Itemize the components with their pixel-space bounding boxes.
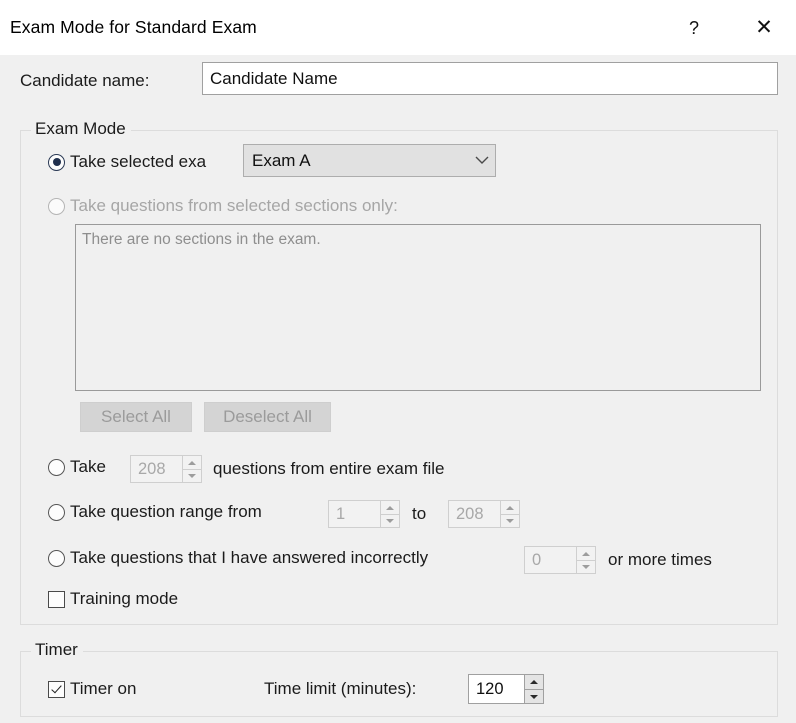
entire-file-count-value[interactable]: 208 (130, 455, 182, 483)
radio-take-from-entire-file[interactable]: Take (48, 457, 106, 477)
spinner-down-icon[interactable] (182, 469, 202, 483)
radio-label-take-sections-only: Take questions from selected sections on… (70, 196, 398, 216)
window-title: Exam Mode for Standard Exam (0, 17, 257, 38)
checkbox-training-mode[interactable]: Training mode (48, 589, 178, 609)
question-range-middle-label: to (412, 504, 426, 524)
question-range-from-value[interactable]: 1 (328, 500, 380, 528)
checkbox-indicator-timer-on[interactable] (48, 681, 65, 698)
radio-take-sections-only[interactable]: Take questions from selected sections on… (48, 196, 398, 216)
question-range-to-spinner[interactable]: 208 (448, 500, 520, 528)
sections-listbox[interactable]: There are no sections in the exam. (75, 224, 761, 391)
incorrect-count-spinner[interactable]: 0 (524, 546, 596, 574)
checkbox-timer-on[interactable]: Timer on (48, 679, 136, 699)
time-limit-spinner[interactable]: 120 (468, 674, 544, 704)
radio-indicator-question-range[interactable] (48, 504, 65, 521)
time-limit-value[interactable]: 120 (468, 674, 524, 704)
sections-empty-message: There are no sections in the exam. (82, 231, 760, 249)
exam-mode-legend: Exam Mode (31, 119, 131, 139)
candidate-name-row: Candidate name: (0, 62, 796, 102)
deselect-all-button[interactable]: Deselect All (204, 402, 331, 432)
radio-take-incorrect[interactable]: Take questions that I have answered inco… (48, 548, 428, 568)
entire-file-spin-arrows[interactable] (182, 455, 202, 483)
exam-select-dropdown[interactable]: Exam A (243, 144, 496, 177)
radio-take-question-range[interactable]: Take question range from (48, 502, 262, 522)
radio-indicator-incorrect[interactable] (48, 550, 65, 567)
incorrect-count-value[interactable]: 0 (524, 546, 576, 574)
spinner-down-icon[interactable] (524, 689, 544, 704)
spinner-up-icon[interactable] (576, 546, 596, 560)
radio-label-take-prefix: Take (70, 457, 106, 477)
spinner-up-icon[interactable] (182, 455, 202, 469)
spinner-down-icon[interactable] (500, 514, 520, 528)
radio-label-question-range: Take question range from (70, 502, 262, 522)
time-limit-spin-arrows[interactable] (524, 674, 544, 704)
entire-file-count-spinner[interactable]: 208 (130, 455, 202, 483)
question-range-to-spin-arrows[interactable] (500, 500, 520, 528)
radio-label-take-selected-exam: Take selected exa (70, 152, 206, 172)
question-range-from-spinner[interactable]: 1 (328, 500, 400, 528)
spinner-up-icon[interactable] (380, 500, 400, 514)
candidate-name-input[interactable] (202, 62, 778, 95)
radio-take-selected-exam[interactable]: Take selected exa (48, 152, 206, 172)
incorrect-suffix-label: or more times (608, 550, 712, 570)
close-icon[interactable]: ✕ (741, 8, 787, 48)
entire-file-suffix-label: questions from entire exam file (213, 459, 445, 479)
radio-indicator-selected-exam[interactable] (48, 154, 65, 171)
candidate-name-label: Candidate name: (20, 71, 149, 91)
spinner-up-icon[interactable] (524, 674, 544, 689)
question-range-to-value[interactable]: 208 (448, 500, 500, 528)
checkbox-indicator-training-mode[interactable] (48, 591, 65, 608)
select-all-button[interactable]: Select All (80, 402, 192, 432)
timer-legend: Timer (31, 640, 83, 660)
spinner-down-icon[interactable] (380, 514, 400, 528)
time-limit-label: Time limit (minutes): (264, 679, 416, 699)
spinner-up-icon[interactable] (500, 500, 520, 514)
incorrect-spin-arrows[interactable] (576, 546, 596, 574)
title-bar: Exam Mode for Standard Exam ? ✕ (0, 0, 796, 55)
title-bar-buttons: ? ✕ (671, 0, 796, 55)
radio-indicator-sections-only[interactable] (48, 198, 65, 215)
help-icon[interactable]: ? (671, 8, 717, 48)
radio-indicator-entire-file[interactable] (48, 459, 65, 476)
question-range-from-spin-arrows[interactable] (380, 500, 400, 528)
radio-label-incorrect: Take questions that I have answered inco… (70, 548, 428, 568)
chevron-down-icon[interactable] (469, 145, 495, 176)
exam-select-value: Exam A (244, 151, 469, 171)
checkbox-label-training-mode: Training mode (70, 589, 178, 609)
spinner-down-icon[interactable] (576, 560, 596, 574)
checkbox-label-timer-on: Timer on (70, 679, 136, 699)
